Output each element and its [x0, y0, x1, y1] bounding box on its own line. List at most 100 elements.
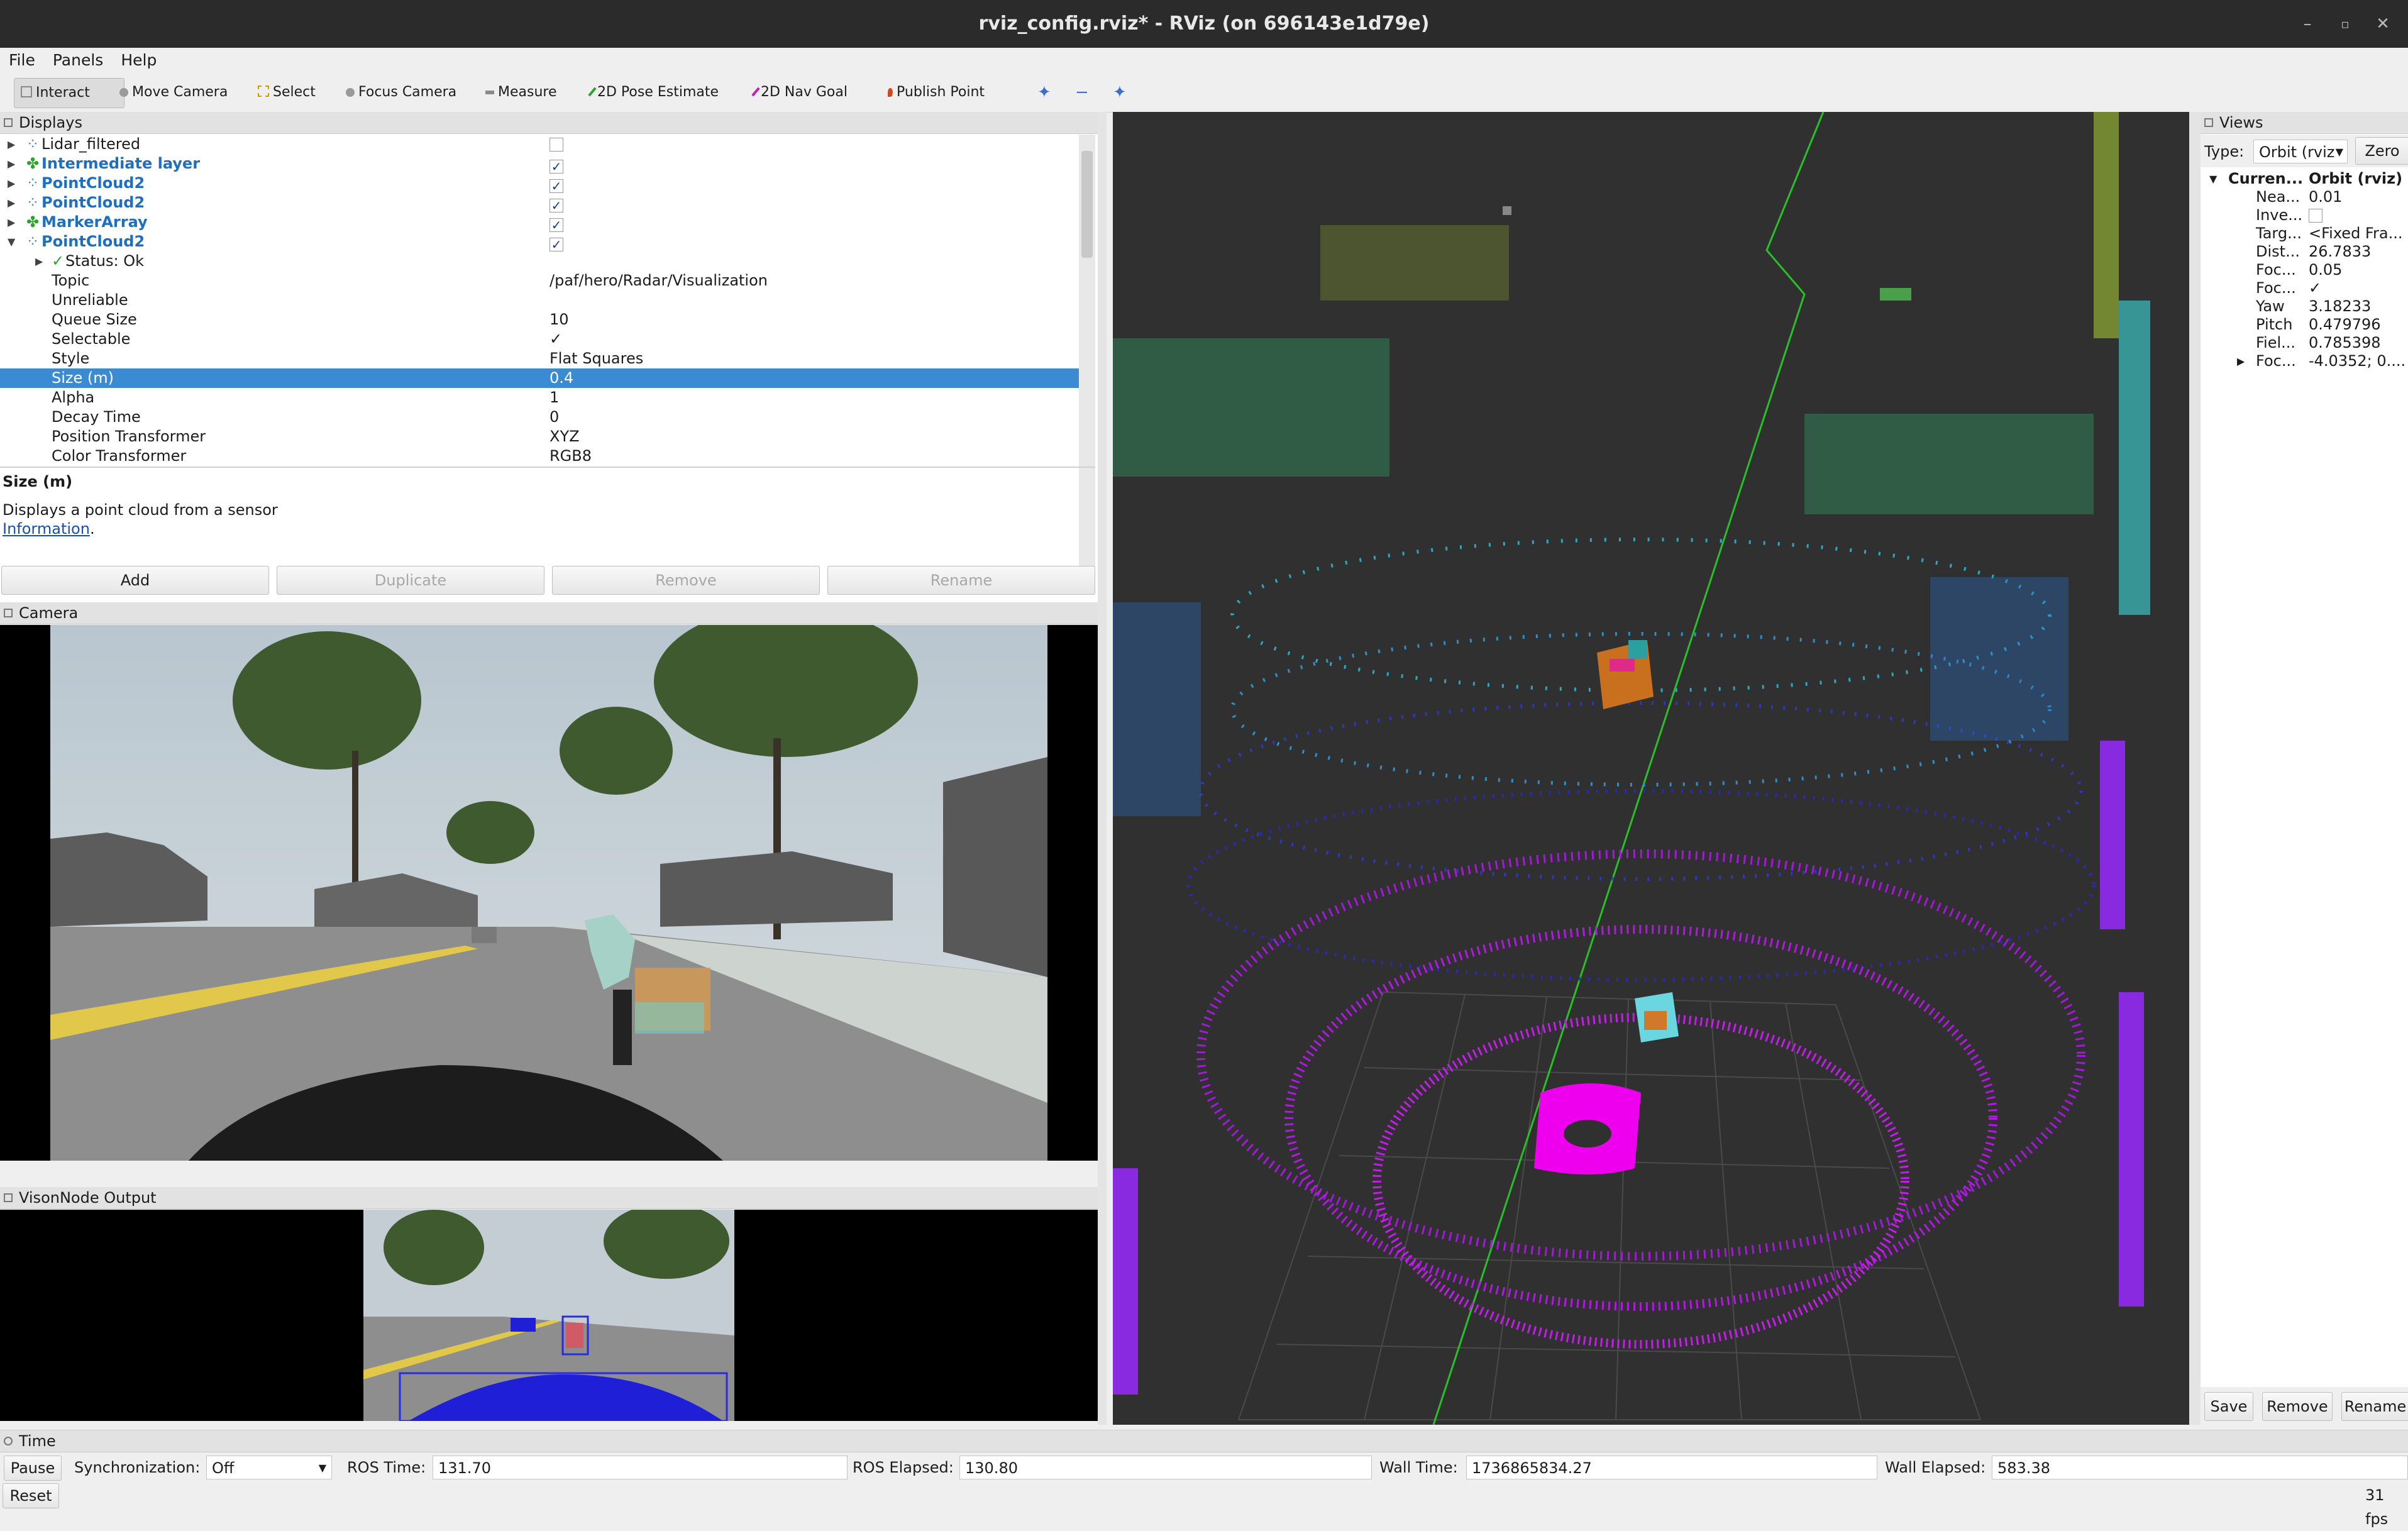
measure-tool-button[interactable]: Measure [479, 78, 563, 107]
display-checkbox[interactable]: ✓ [550, 193, 563, 213]
panel-icon [2204, 118, 2213, 127]
display-checkbox[interactable]: ✓ [550, 232, 563, 251]
views-type-bar: Type: Orbit (rviz ▼ Zero [2201, 135, 2408, 167]
description-link[interactable]: Information [3, 520, 90, 538]
panel-icon [4, 118, 13, 127]
status-ok-icon: ✓ [52, 252, 65, 270]
expand-arrow-icon[interactable]: ▶ [35, 251, 43, 271]
display-item[interactable]: ▶ ⁘ PointCloud2 ✓ [0, 174, 1079, 193]
nav-goal-tool-button[interactable]: 2D Nav Goal [748, 78, 854, 107]
vision-image[interactable] [0, 1210, 1098, 1421]
maximize-icon[interactable]: ▫ [2335, 14, 2355, 34]
display-item[interactable]: ▶ ✤ Intermediate layer ✓ [0, 154, 1079, 174]
add-display-button[interactable]: Add [1, 566, 269, 595]
publish-point-tool-button[interactable]: Publish Point [881, 78, 991, 107]
pause-button[interactable]: Pause [4, 1456, 62, 1481]
vision-title: VisonNode Output [19, 1189, 157, 1207]
view-checkbox[interactable] [2309, 206, 2322, 224]
render-viewport[interactable] [1113, 112, 2189, 1425]
reset-button[interactable]: Reset [3, 1483, 59, 1508]
time-panel-header: Time [0, 1430, 2408, 1452]
displays-panel: Displays ▶ ⁘ Lidar_filtered ▶ ✤ Intermediate… [0, 112, 1098, 602]
zero-button[interactable]: Zero [2355, 137, 2408, 165]
left-dock-splitter[interactable] [1098, 112, 1107, 1425]
property-row[interactable]: Color Transformer RGB8 [0, 446, 1079, 466]
select-tool-button[interactable]: Select [251, 78, 322, 107]
fps-counter: 31 fps [2365, 1486, 2389, 1528]
display-checkbox[interactable]: ✓ [550, 154, 563, 174]
display-item[interactable]: ▶ ⁘ PointCloud2 ✓ [0, 193, 1079, 213]
pose-estimate-icon [588, 87, 597, 97]
remove-tool-icon[interactable]: − [1069, 78, 1095, 107]
property-row[interactable]: Selectable ✓ [0, 329, 1079, 349]
remove-view-button[interactable]: Remove [2262, 1392, 2333, 1421]
focus-camera-tool-button[interactable]: Focus Camera [340, 78, 463, 107]
expand-arrow-icon[interactable]: ▶ [8, 174, 15, 193]
wall-time-field[interactable]: 1736865834.27 [1466, 1456, 1877, 1479]
right-dock-splitter[interactable] [2189, 112, 2201, 1425]
property-row[interactable]: Position Transformer XYZ [0, 427, 1079, 446]
display-item[interactable]: ▶ ✤ MarkerArray ✓ [0, 213, 1079, 232]
add-tool-icon[interactable]: ✦ [1031, 78, 1058, 107]
minimize-icon[interactable]: – [2297, 14, 2317, 34]
display-checkbox[interactable] [550, 135, 563, 154]
property-row[interactable]: Unreliable [0, 290, 1079, 310]
expand-arrow-icon[interactable]: ▶ [8, 154, 15, 174]
rename-view-button[interactable]: Rename [2341, 1392, 2408, 1421]
publish-point-icon [888, 88, 893, 97]
display-item[interactable]: ▼ ⁘ PointCloud2 ✓ [0, 232, 1079, 251]
property-row-selected[interactable]: Size (m) 0.4 [0, 368, 1079, 388]
property-row[interactable]: Topic/paf/hero/Radar/Visualization [0, 271, 1079, 290]
property-row[interactable]: Style Flat Squares [0, 349, 1079, 368]
dropdown-arrow-icon: ▼ [318, 1462, 326, 1474]
displays-title: Displays [19, 114, 82, 131]
wall-elapsed-field[interactable]: 583.38 [1992, 1456, 2408, 1479]
interact-tool-button[interactable]: Interact [14, 78, 124, 108]
menu-help[interactable]: Help [112, 48, 165, 73]
close-icon[interactable]: ✕ [2373, 14, 2393, 34]
camera-image[interactable] [0, 625, 1098, 1161]
marker-icon: ✤ [26, 213, 40, 231]
views-tree: ▼ Curren... Orbit (rviz) Nea... 0.01 Inve..… [2209, 170, 2406, 370]
menu-panels[interactable]: Panels [44, 48, 112, 73]
collapse-arrow-icon[interactable]: ▼ [8, 232, 15, 251]
property-row[interactable]: Alpha 1 [0, 388, 1079, 407]
remove-display-button[interactable]: Remove [552, 566, 820, 595]
property-row[interactable]: Decay Time 0 [0, 407, 1079, 427]
expand-arrow-icon[interactable]: ▶ [8, 135, 15, 154]
nav-goal-icon [751, 87, 760, 97]
status-row[interactable]: ▶ ✓ Status: Ok [0, 251, 1079, 271]
panel-icon [4, 1193, 13, 1202]
sync-select[interactable]: Off ▼ [206, 1456, 332, 1479]
focus-camera-icon [346, 88, 355, 97]
pointcloud-icon: ⁘ [26, 174, 40, 192]
views-panel-header: Views [2201, 112, 2408, 134]
splitter[interactable] [0, 467, 1095, 468]
view-type-select[interactable]: Orbit (rviz ▼ [2253, 140, 2348, 163]
expand-arrow-icon[interactable]: ▶ [2237, 352, 2245, 370]
scrollbar-thumb[interactable] [1081, 151, 1093, 258]
ros-time-field[interactable]: 131.70 [433, 1456, 848, 1479]
move-camera-tool-button[interactable]: Move Camera [113, 78, 234, 107]
time-title: Time [19, 1432, 56, 1450]
display-checkbox[interactable]: ✓ [550, 174, 563, 193]
property-row[interactable]: Queue Size 10 [0, 310, 1079, 329]
dropdown-arrow-icon: ▼ [2335, 146, 2343, 158]
vision-panel-header: VisonNode Output [0, 1187, 1098, 1209]
ros-elapsed-field[interactable]: 130.80 [959, 1456, 1372, 1479]
window-title: rviz_config.rviz* - RViz (on 696143e1d79… [978, 13, 1430, 35]
display-item[interactable]: ▶ ⁘ Lidar_filtered [0, 135, 1079, 154]
menu-file[interactable]: File [0, 48, 44, 73]
camera-title: Camera [19, 604, 79, 622]
display-checkbox[interactable]: ✓ [550, 213, 563, 232]
rename-display-button[interactable]: Rename [827, 566, 1095, 595]
expand-arrow-icon[interactable]: ▶ [8, 213, 15, 232]
duplicate-display-button[interactable]: Duplicate [277, 566, 544, 595]
displays-scrollbar[interactable] [1079, 135, 1095, 578]
interact-icon [21, 86, 32, 97]
collapse-arrow-icon[interactable]: ▼ [2209, 170, 2217, 188]
tool-properties-icon[interactable]: ✦ [1107, 78, 1133, 107]
save-view-button[interactable]: Save [2204, 1392, 2253, 1421]
expand-arrow-icon[interactable]: ▶ [8, 193, 15, 213]
pose-estimate-tool-button[interactable]: 2D Pose Estimate [585, 78, 725, 107]
